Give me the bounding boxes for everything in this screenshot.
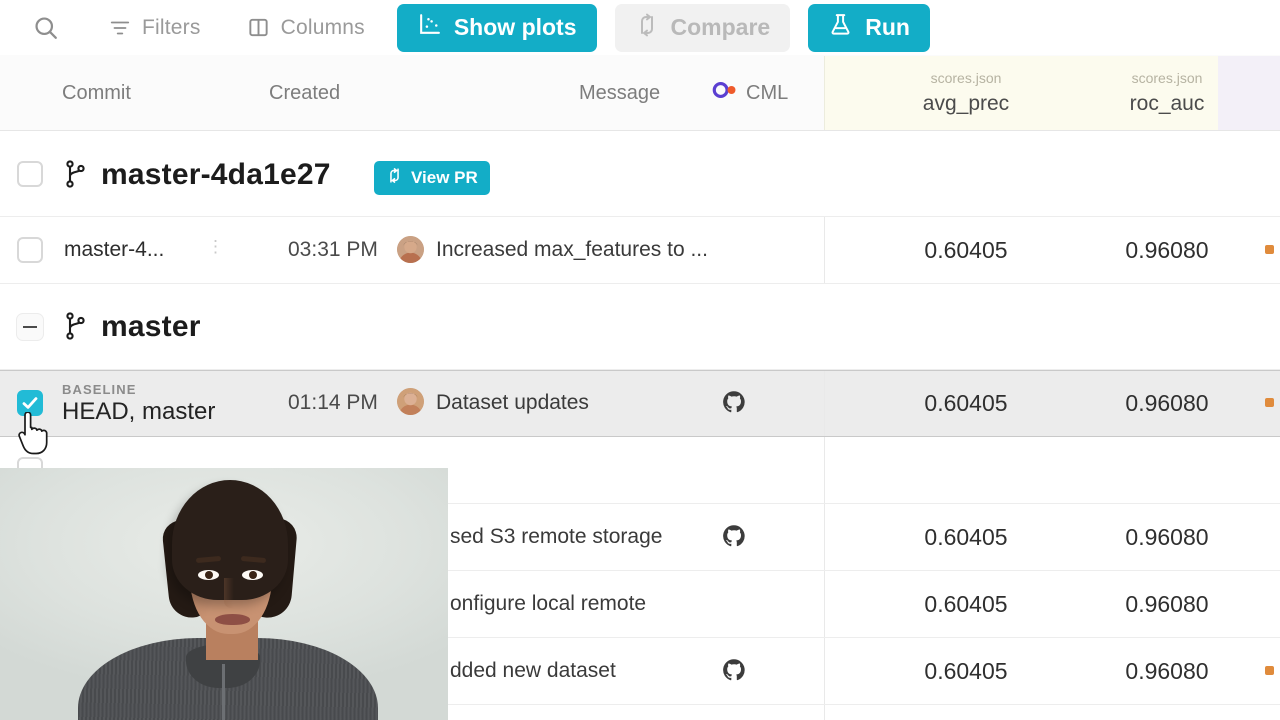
webcam-zipper	[222, 664, 225, 720]
filter-icon	[109, 17, 131, 39]
cell-avg-prec: 0.60405	[924, 591, 1008, 617]
table-row[interactable]: master-4... ⋮ 03:31 PM Increased max_fea…	[0, 217, 1280, 284]
cell-roc-auc: 0.96080	[1125, 390, 1209, 416]
baseline-tag: BASELINE	[62, 382, 137, 397]
pull-request-icon	[386, 167, 403, 189]
show-plots-button[interactable]: Show plots	[396, 3, 597, 52]
cell-message: sed S3 remote storage	[450, 525, 663, 548]
github-icon[interactable]	[722, 658, 746, 687]
metrics-column-divider	[824, 571, 825, 637]
cell-message: Increased max_features to ...	[436, 238, 708, 261]
cell-commit: master-4...	[64, 238, 165, 261]
column-header-message[interactable]: Message	[579, 82, 660, 105]
metrics-column-divider	[824, 437, 825, 503]
run-button[interactable]: Run	[808, 3, 930, 52]
view-pr-label: View PR	[411, 168, 478, 187]
roc-auc-name: roc_auc	[1129, 92, 1205, 115]
branch-row-master[interactable]: master	[0, 284, 1280, 370]
cell-roc-auc: 0.96080	[1125, 524, 1209, 550]
git-branch-icon	[64, 311, 86, 346]
cell-message: Dataset updates	[436, 391, 589, 414]
toolbar: Filters Columns Show plots Compare Run	[0, 0, 1280, 55]
avatar	[397, 388, 424, 415]
experiments-table-app: Filters Columns Show plots Compare Run C…	[0, 0, 1280, 720]
avg-prec-name: avg_prec	[922, 92, 1010, 115]
branch-checkbox[interactable]	[17, 161, 43, 187]
cell-roc-auc: 0.96080	[1125, 591, 1209, 617]
column-header-cml[interactable]: CML	[712, 80, 788, 106]
columns-icon	[247, 16, 270, 39]
column-header-created[interactable]: Created	[269, 82, 340, 105]
branch-name-label: master-4da1e27	[101, 158, 331, 191]
cml-label: CML	[746, 81, 789, 104]
metrics-column-divider	[824, 217, 825, 283]
github-icon[interactable]	[722, 524, 746, 553]
webcam-nose	[224, 578, 238, 608]
metrics-column-divider	[824, 638, 825, 704]
compare-icon	[635, 13, 659, 43]
plots-icon	[417, 12, 442, 43]
cell-avg-prec: 0.60405	[924, 237, 1008, 263]
mouse-cursor	[16, 411, 50, 456]
flask-icon	[828, 12, 853, 43]
avatar	[397, 236, 424, 263]
compare-label: Compare	[670, 14, 771, 40]
cell-created: 01:14 PM	[288, 391, 378, 414]
row-checkbox[interactable]	[17, 237, 43, 263]
webcam-overlay	[0, 468, 448, 720]
status-dot	[1265, 666, 1274, 675]
collapse-toggle[interactable]	[16, 313, 44, 341]
status-dot	[1265, 245, 1274, 254]
cell-created: 03:31 PM	[288, 238, 378, 261]
webcam-pupil-right	[249, 571, 257, 579]
minus-icon	[23, 326, 37, 328]
github-icon[interactable]	[722, 390, 746, 419]
cml-logo-icon	[712, 80, 738, 106]
git-branch-icon	[64, 159, 86, 194]
roc-auc-source: scores.json	[1131, 70, 1203, 86]
column-header-avg-prec[interactable]: scores.json avg_prec	[848, 69, 1084, 117]
cell-avg-prec: 0.60405	[924, 390, 1008, 416]
run-label: Run	[865, 14, 910, 40]
avg-prec-source: scores.json	[930, 70, 1002, 86]
branch-row-master-4da1e27[interactable]: master-4da1e27 View PR	[0, 131, 1280, 217]
view-pr-button[interactable]: View PR	[374, 161, 490, 195]
cell-roc-auc: 0.96080	[1125, 658, 1209, 684]
webcam-mouth	[215, 614, 250, 625]
cell-avg-prec: 0.60405	[924, 658, 1008, 684]
webcam-eye-right	[242, 570, 263, 580]
metrics-column-divider	[824, 705, 825, 720]
metrics-column-divider	[824, 371, 825, 436]
table-row-selected[interactable]: BASELINE HEAD, master 01:14 PM Dataset u…	[0, 370, 1280, 437]
column-header-commit[interactable]: Commit	[62, 82, 131, 105]
columns-label: Columns	[280, 15, 365, 39]
filters-button[interactable]: Filters	[95, 5, 215, 51]
cell-commit: HEAD, master	[62, 398, 216, 425]
webcam-eye-left	[198, 570, 219, 580]
webcam-pupil-left	[205, 571, 213, 579]
cell-roc-auc: 0.96080	[1125, 237, 1209, 263]
cell-message: dded new dataset	[450, 659, 616, 682]
cell-message: onfigure local remote	[450, 592, 647, 615]
cell-avg-prec: 0.60405	[924, 524, 1008, 550]
filters-label: Filters	[142, 15, 201, 39]
show-plots-label: Show plots	[453, 14, 577, 40]
search-icon	[32, 14, 60, 42]
metrics-column-divider	[824, 504, 825, 570]
status-dot	[1265, 398, 1274, 407]
column-header-roc-auc[interactable]: scores.json roc_auc	[1063, 69, 1271, 117]
compare-button[interactable]: Compare	[614, 3, 791, 52]
columns-button[interactable]: Columns	[233, 5, 379, 51]
search-button[interactable]	[22, 5, 81, 51]
branch-name-label: master	[101, 310, 201, 343]
row-menu-icon[interactable]: ⋮	[207, 238, 224, 255]
